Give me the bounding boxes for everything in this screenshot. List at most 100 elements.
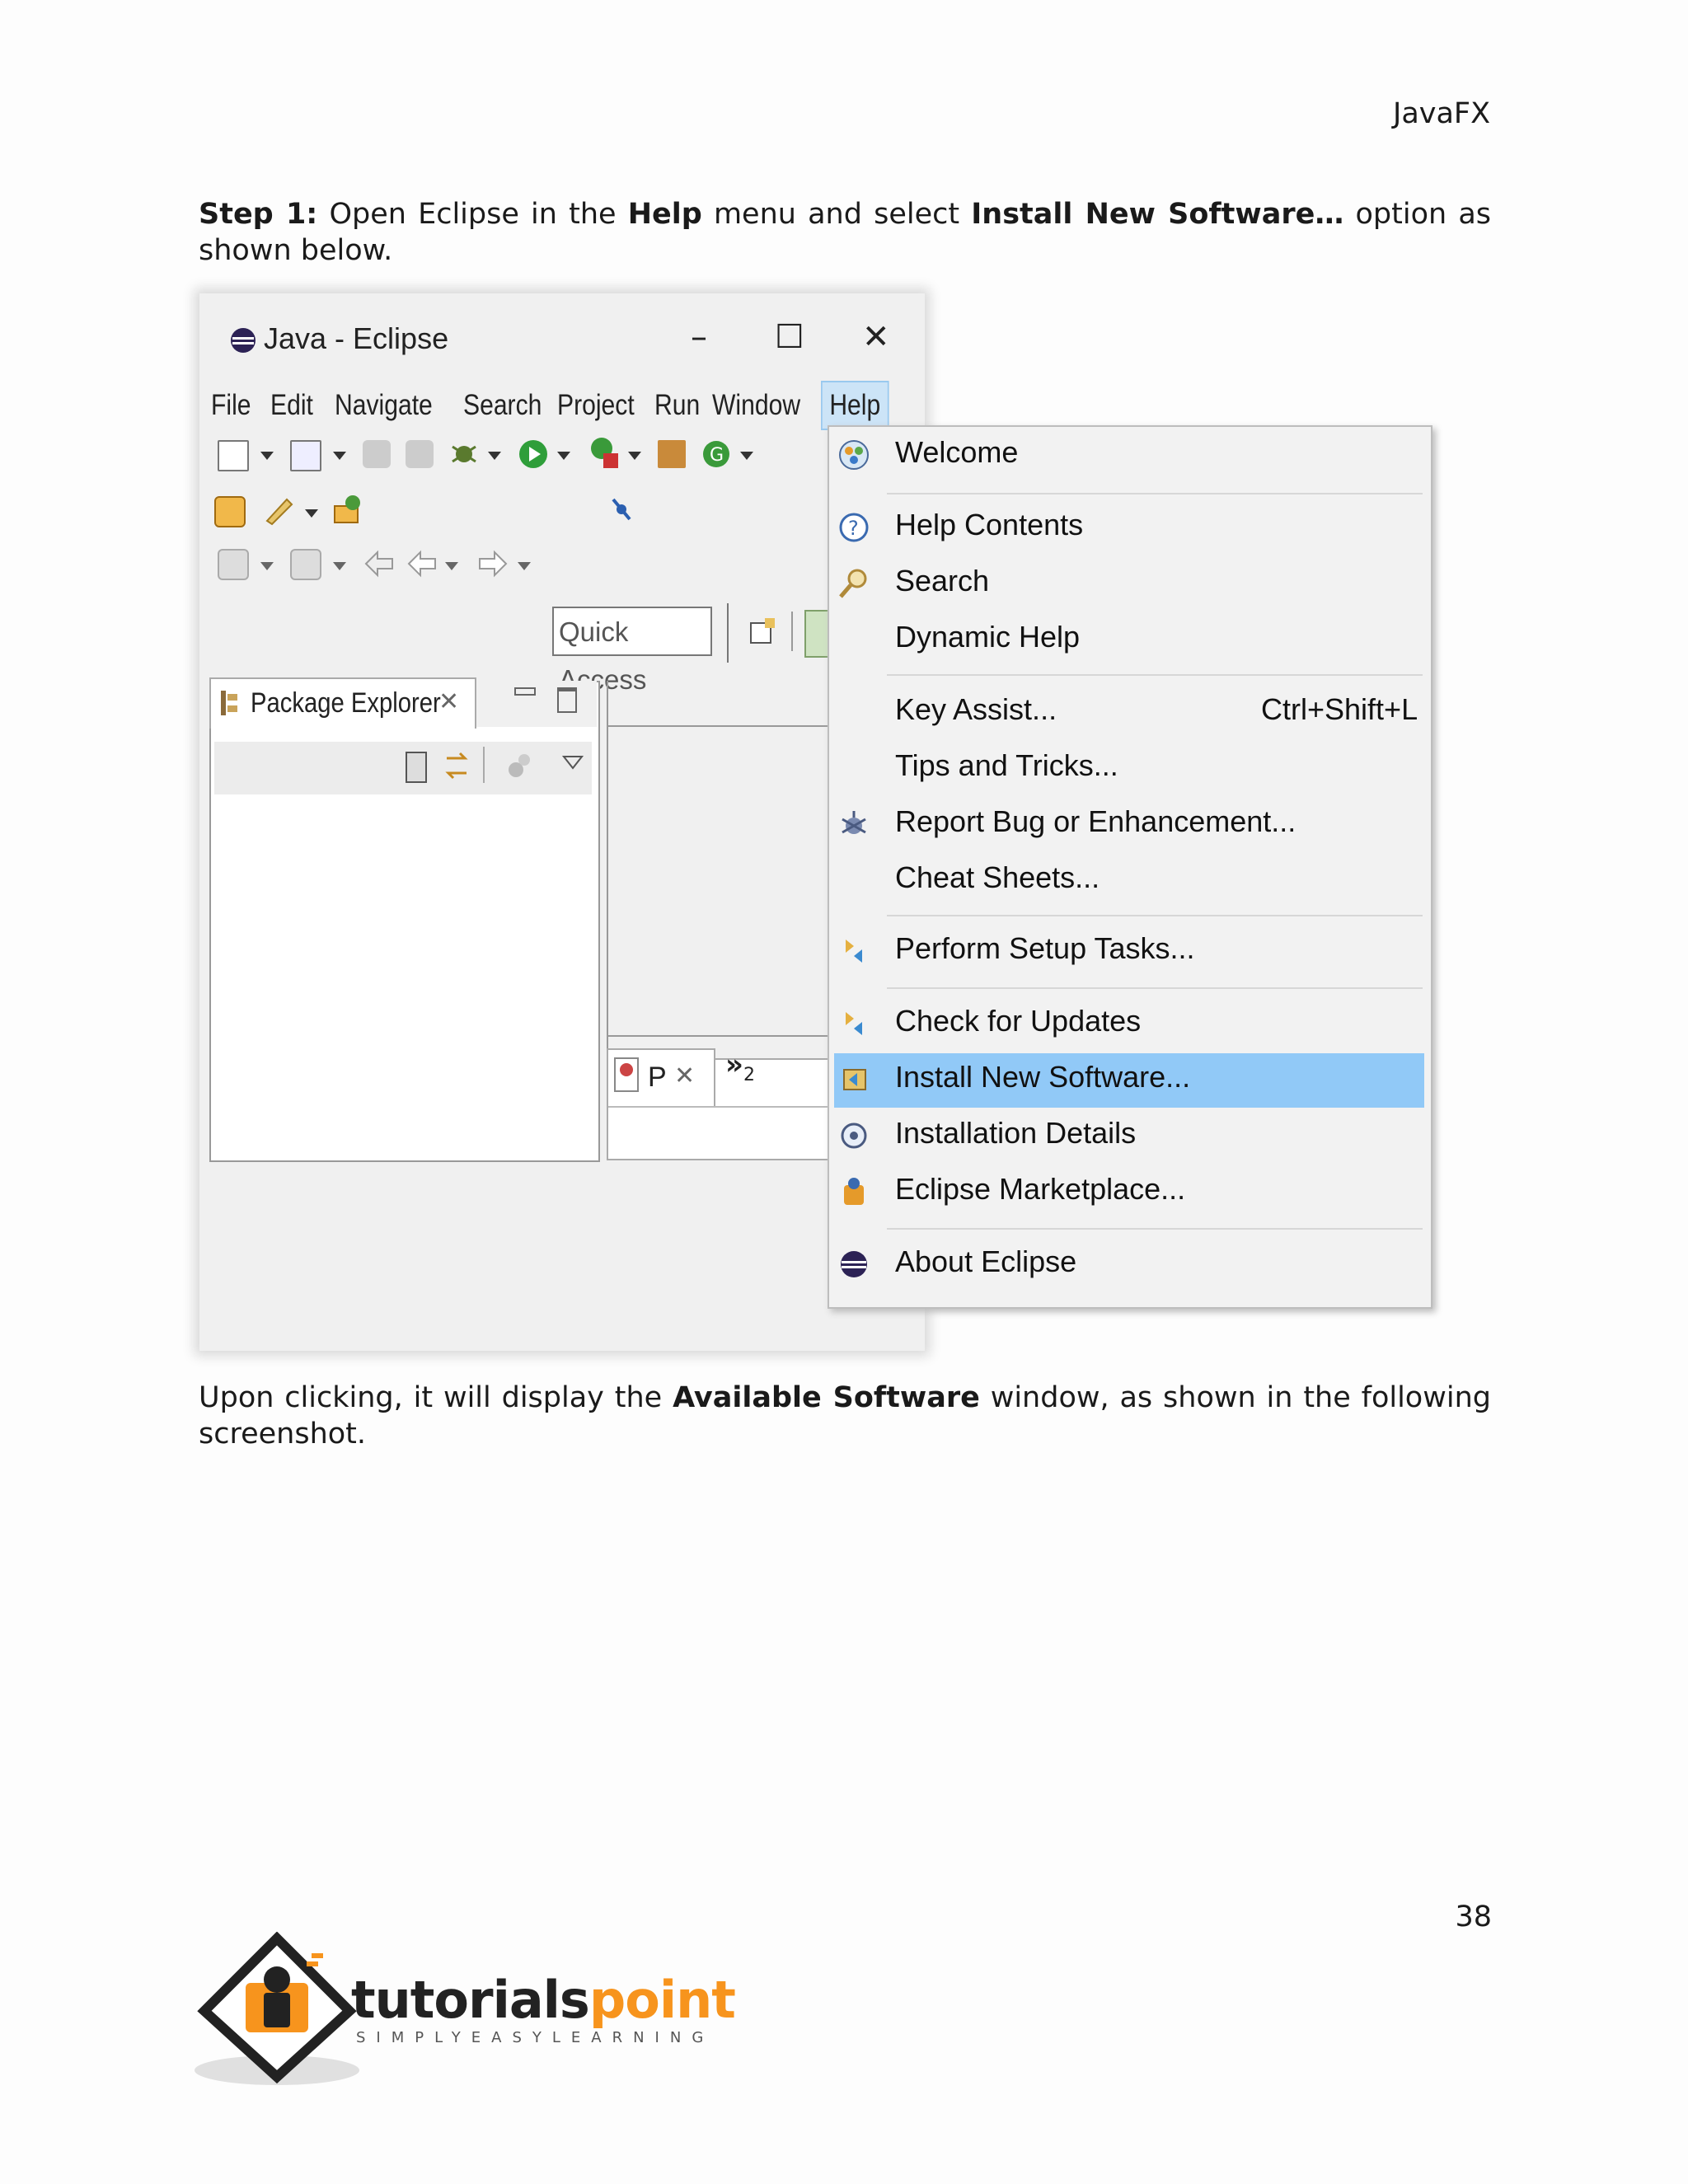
menu-item-cheat-sheets[interactable]: Cheat Sheets... (829, 854, 1429, 908)
coverage-icon[interactable] (588, 435, 621, 471)
coverage-dropdown-icon[interactable] (628, 452, 641, 460)
quick-access-input[interactable]: Quick Access (552, 607, 712, 695)
run-dropdown-icon[interactable] (557, 452, 570, 460)
save-icon[interactable] (363, 440, 391, 468)
svg-text:?: ? (848, 517, 859, 540)
marketplace-icon (844, 1178, 864, 1205)
view-menu-icon[interactable] (562, 755, 584, 771)
menu-item-welcome[interactable]: Welcome (829, 429, 1429, 483)
back-icon[interactable] (406, 549, 438, 579)
menu-item-dynamic-help[interactable]: Dynamic Help (829, 613, 1429, 668)
link-with-editor-icon[interactable] (442, 748, 471, 783)
menu-project[interactable]: Project (557, 382, 635, 429)
help-contents-label: Help Contents (895, 508, 1084, 541)
next-annotation-dropdown-icon[interactable] (260, 562, 274, 570)
menu-file[interactable]: File (211, 382, 251, 429)
new-class-dropdown-icon[interactable] (740, 452, 753, 460)
java-perspective-icon[interactable] (804, 610, 829, 658)
menu-window[interactable]: Window (712, 382, 800, 429)
bottom-tab[interactable]: P ✕ (607, 1048, 715, 1108)
window-title: Java - Eclipse (264, 321, 449, 355)
forward-icon[interactable] (476, 549, 509, 579)
menu-separator (887, 674, 1423, 676)
menu-separator (887, 493, 1423, 494)
logo-tagline: SIMPLYEASYLEARNING (356, 2029, 715, 2046)
help-term: Help (627, 198, 702, 231)
problems-icon (614, 1057, 639, 1092)
step-label: Step 1: (199, 198, 318, 231)
help-menu-dropdown: Welcome ? Help Contents Search Dynamic H… (828, 425, 1432, 1309)
install-term: Install New Software… (971, 198, 1344, 231)
external-tools-icon[interactable] (658, 440, 686, 468)
collapse-all-icon[interactable] (406, 752, 427, 783)
more-views-icon[interactable]: »2 (725, 1048, 755, 1085)
menu-item-installation-details[interactable]: Installation Details (829, 1109, 1429, 1164)
welcome-label: Welcome (895, 435, 1019, 469)
new-project-dropdown-icon[interactable] (333, 452, 346, 460)
installation-details-label: Installation Details (895, 1116, 1137, 1150)
maximize-view-icon[interactable] (557, 687, 577, 713)
menu-item-search[interactable]: Search (829, 557, 1429, 612)
open-task-icon[interactable] (262, 493, 295, 526)
minimize-view-icon[interactable] (514, 687, 536, 696)
bug-icon (842, 811, 866, 834)
prev-annotation-dropdown-icon[interactable] (333, 562, 346, 570)
last-edit-icon[interactable] (363, 549, 396, 579)
menu-item-help-contents[interactable]: ? Help Contents (829, 501, 1429, 555)
menu-item-key-assist[interactable]: Key Assist... Ctrl+Shift+L (829, 686, 1429, 740)
package-explorer-tab[interactable]: Package Explorer ✕ (209, 677, 476, 729)
back-dropdown-icon[interactable] (445, 562, 458, 570)
package-explorer-close-icon[interactable]: ✕ (438, 687, 459, 716)
new-dropdown-icon[interactable] (260, 452, 274, 460)
eclipse-screenshot: Java - Eclipse – ☐ ✕ File Edit Navigate … (199, 293, 1432, 1357)
open-perspective-icon[interactable] (748, 616, 778, 646)
setup-tasks-icon (846, 940, 862, 963)
minimize-button[interactable]: – (691, 318, 707, 356)
check-updates-label: Check for Updates (895, 1004, 1142, 1038)
eclipse-window: Java - Eclipse – ☐ ✕ File Edit Navigate … (199, 293, 925, 1351)
bottom-tab-close-icon[interactable]: ✕ (674, 1062, 695, 1090)
search-toolbar-icon[interactable] (331, 493, 364, 526)
next-annotation-icon[interactable] (218, 549, 249, 580)
menu-search[interactable]: Search (463, 382, 542, 429)
menu-run[interactable]: Run (654, 382, 700, 429)
install-new-software-label: Install New Software... (895, 1060, 1191, 1094)
new-icon[interactable] (218, 440, 249, 471)
available-software-term: Available Software (673, 1381, 980, 1414)
menu-item-install-new-software[interactable]: Install New Software... (834, 1053, 1424, 1108)
run-icon[interactable] (518, 438, 549, 470)
check-updates-icon (846, 1012, 862, 1035)
debug-icon[interactable] (448, 438, 480, 470)
new-project-icon[interactable] (290, 440, 321, 471)
cheat-sheets-label: Cheat Sheets... (895, 860, 1100, 894)
new-class-icon[interactable]: G (701, 438, 732, 470)
maximize-button[interactable]: ☐ (775, 318, 804, 356)
debug-dropdown-icon[interactable] (488, 452, 501, 460)
svg-text:G: G (710, 445, 724, 466)
open-task-dropdown-icon[interactable] (305, 509, 318, 518)
dynamic-help-label: Dynamic Help (895, 620, 1081, 654)
menu-item-report-bug[interactable]: Report Bug or Enhancement... (829, 798, 1429, 852)
save-all-icon[interactable] (406, 440, 434, 468)
package-explorer-label: Package Explorer (251, 687, 441, 719)
tutorialspoint-logo: tutorialspoint SIMPLYEASYLEARNING (195, 1932, 736, 2088)
prev-annotation-icon[interactable] (290, 549, 321, 580)
logo-wordmark: tutorialspoint (351, 1970, 736, 2030)
menu-item-tips-and-tricks[interactable]: Tips and Tricks... (829, 742, 1429, 796)
running-header: JavaFX (1393, 97, 1491, 130)
menu-item-marketplace[interactable]: Eclipse Marketplace... (829, 1165, 1429, 1220)
close-button[interactable]: ✕ (862, 318, 890, 356)
menu-help[interactable]: Help (821, 381, 889, 430)
open-type-icon[interactable] (214, 496, 246, 527)
forward-dropdown-icon[interactable] (518, 562, 531, 570)
package-toolbar-divider (483, 747, 485, 783)
menu-navigate[interactable]: Navigate (335, 382, 433, 429)
menu-edit[interactable]: Edit (270, 382, 313, 429)
menu-item-check-updates[interactable]: Check for Updates (829, 997, 1429, 1052)
focus-task-icon[interactable] (506, 752, 534, 780)
package-explorer-toolbar (214, 742, 592, 794)
toolbar-divider (727, 603, 729, 663)
menu-item-perform-setup[interactable]: Perform Setup Tasks... (829, 925, 1429, 979)
menu-item-about-eclipse[interactable]: About Eclipse (829, 1238, 1429, 1292)
pin-icon[interactable] (608, 496, 635, 523)
